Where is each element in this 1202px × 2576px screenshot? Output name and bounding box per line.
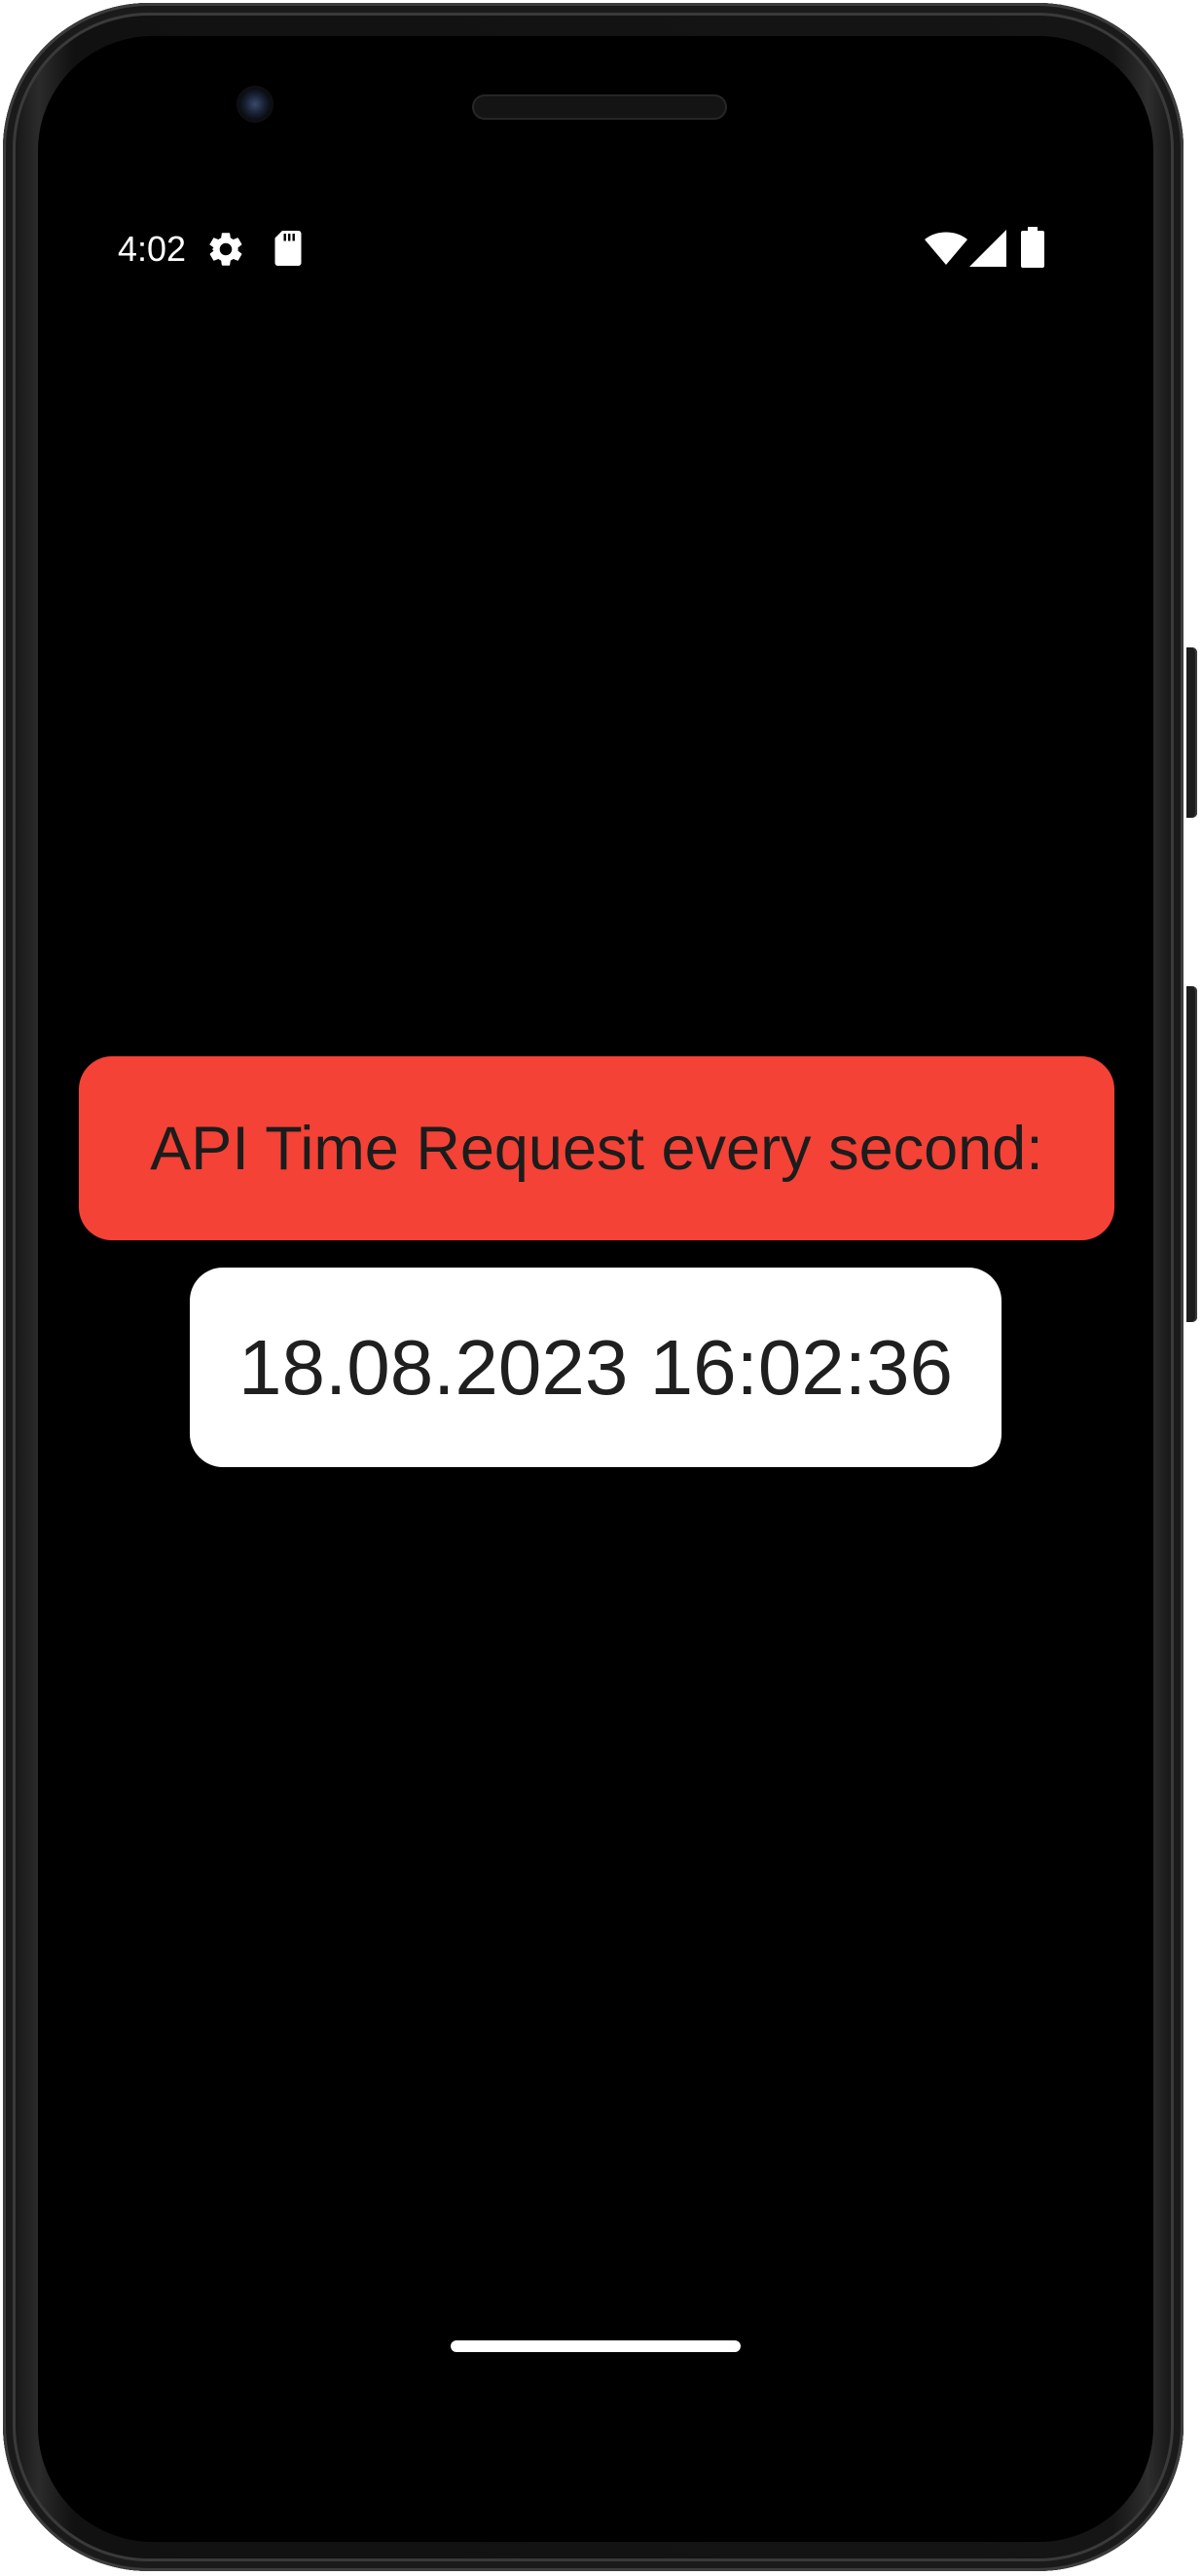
- gear-icon: [209, 233, 242, 266]
- datetime-display: 18.08.2023 16:02:36: [190, 1268, 1002, 1467]
- title-banner: API Time Request every second:: [79, 1056, 1114, 1240]
- front-camera: [237, 86, 273, 123]
- signal-icon: [969, 230, 1006, 267]
- title-label: API Time Request every second:: [150, 1114, 1043, 1183]
- phone-frame: 4:02 API Time Request every second: 18.0…: [3, 3, 1197, 2571]
- home-indicator[interactable]: [451, 2340, 741, 2352]
- battery-icon: [1021, 227, 1044, 268]
- sd-card-icon: [274, 231, 302, 266]
- earpiece-speaker: [472, 94, 727, 120]
- wifi-icon: [925, 232, 967, 265]
- status-clock: 4:02: [118, 229, 187, 269]
- power-button: [1186, 647, 1197, 818]
- datetime-value: 18.08.2023 16:02:36: [237, 1323, 954, 1411]
- status-bar: 4:02: [38, 219, 1153, 277]
- device-screen: 4:02 API Time Request every second: 18.0…: [38, 36, 1153, 2542]
- volume-button: [1186, 986, 1197, 1322]
